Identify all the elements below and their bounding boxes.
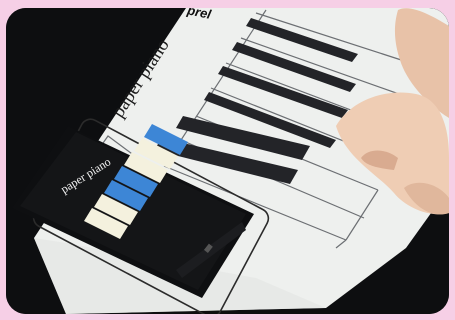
photo-scene [6, 8, 449, 314]
photo-frame: paper piano prel paper piano [6, 8, 449, 314]
